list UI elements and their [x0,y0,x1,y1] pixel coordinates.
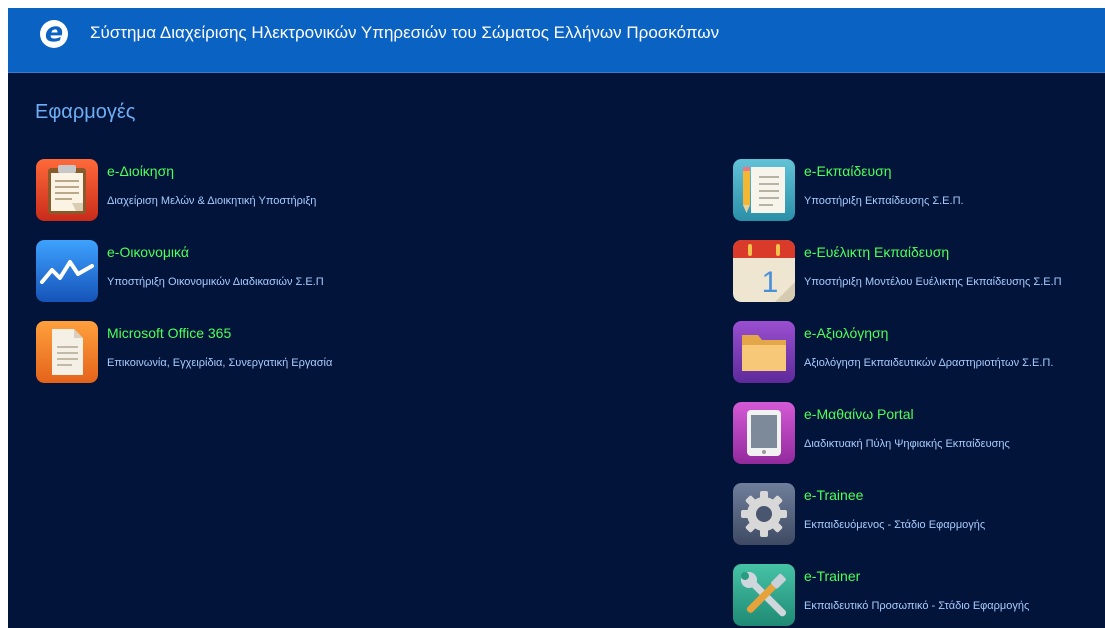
section-title: Εφαρμογές [35,101,136,123]
app-window: e Σύστημα Διαχείρισης Ηλεκτρονικών Υπηρε… [8,8,1105,628]
app-name: e-Μαθαίνω Portal [804,406,914,422]
logo-letter: e [44,17,64,48]
app-tile-e-mathaino-portal[interactable]: e-Μαθαίνω Portal Διαδικτυακή Πύλη Ψηφιακ… [733,402,1105,464]
tablet-icon [733,402,795,464]
app-name: e-Εκπαίδευση [804,163,892,179]
app-description: Διαχείριση Μελών & Διοικητική Υποστήριξη [107,195,317,207]
app-name: e-Οικονομικά [107,244,189,260]
app-description: Υποστήριξη Μοντέλου Ευέλικτης Εκπαίδευση… [804,276,1062,288]
header-bar: e Σύστημα Διαχείρισης Ηλεκτρονικών Υπηρε… [8,8,1105,73]
app-tile-e-trainee[interactable]: e-Trainee Εκπαιδευόμενος - Στάδιο Εφαρμο… [733,483,1105,545]
tools-icon [733,564,795,626]
app-description: Υποστήριξη Εκπαίδευσης Σ.Ε.Π. [804,195,964,207]
app-name: Microsoft Office 365 [107,325,232,341]
document-icon [36,321,98,383]
stocks-chart-icon [36,240,98,302]
app-tile-e-dioikisi[interactable]: e-Διοίκηση Διαχείριση Μελών & Διοικητική… [36,159,406,221]
app-name: e-Trainee [804,487,864,503]
calendar-icon: 1 [733,240,795,302]
notepad-pencil-icon [733,159,795,221]
gear-icon [733,483,795,545]
app-name: e-Ευέλικτη Εκπαίδευση [804,244,950,260]
calendar-day: 1 [762,266,779,299]
app-tile-e-ekpaideusi[interactable]: e-Εκπαίδευση Υποστήριξη Εκπαίδευσης Σ.Ε.… [733,159,1105,221]
app-tile-e-evelikti-ekpaideusi[interactable]: 1 e-Ευέλικτη Εκπαίδευση Υποστήριξη Μοντέ… [733,240,1105,302]
app-name: e-Trainer [804,568,861,584]
folder-icon [733,321,795,383]
app-name: e-Αξιολόγηση [804,325,889,341]
app-description: Διαδικτυακή Πύλη Ψηφιακής Εκπαίδευσης [804,438,1010,450]
app-tile-e-axiologisi[interactable]: e-Αξιολόγηση Αξιολόγηση Εκπαιδευτικών Δρ… [733,321,1105,383]
app-description: Εκπαιδευόμενος - Στάδιο Εφαρμογής [804,519,986,531]
app-description: Εκπαιδευτικό Προσωπικό - Στάδιο Εφαρμογή… [804,600,1030,612]
app-tile-e-trainer[interactable]: e-Trainer Εκπαιδευτικό Προσωπικό - Στάδι… [733,564,1105,626]
app-description: Επικοινωνία, Εγχειρίδια, Συνεργατική Εργ… [107,357,333,369]
clipboard-icon [36,159,98,221]
app-tile-microsoft-office-365[interactable]: Microsoft Office 365 Επικοινωνία, Εγχειρ… [36,321,406,383]
app-name: e-Διοίκηση [107,163,175,179]
e-logo-icon[interactable]: e [40,17,68,48]
app-description: Υποστήριξη Οικονομικών Διαδικασιών Σ.Ε.Π [107,276,324,288]
page-title: Σύστημα Διαχείρισης Ηλεκτρονικών Υπηρεσι… [90,23,720,42]
app-description: Αξιολόγηση Εκπαιδευτικών Δραστηριοτήτων … [804,357,1054,369]
app-tile-e-oikonomika[interactable]: e-Οικονομικά Υποστήριξη Οικονομικών Διαδ… [36,240,406,302]
